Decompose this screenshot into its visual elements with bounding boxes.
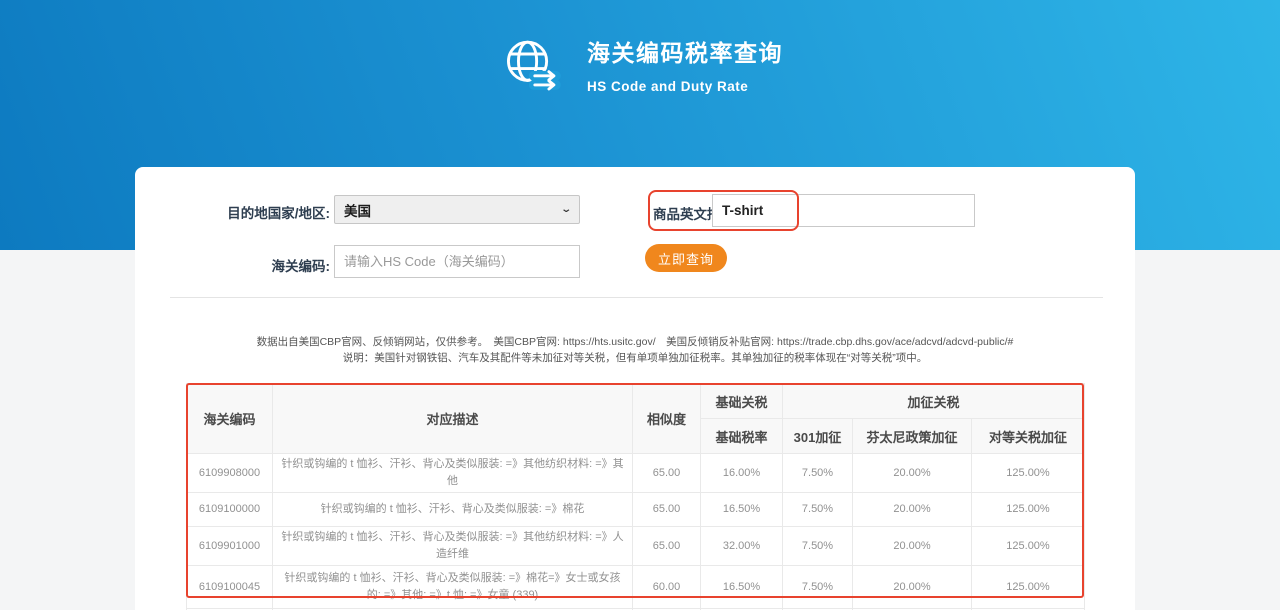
- brand-text: 海关编码税率查询 HS Code and Duty Rate: [587, 34, 783, 94]
- cell-base-rate: 16.00%: [701, 454, 783, 493]
- cell-reciprocal: 125.00%: [972, 527, 1085, 566]
- cell-reciprocal: 125.00%: [972, 454, 1085, 493]
- cell-similarity: 65.00: [633, 493, 701, 527]
- col-fentanyl: 芬太尼政策加征: [853, 419, 972, 454]
- col-additional-group: 加征关税: [783, 384, 1085, 419]
- chevron-down-icon: ⌄: [560, 204, 572, 215]
- divider: [170, 297, 1103, 298]
- table-header: 海关编码 对应描述 相似度 基础关税 加征关税 基础税率 301加征 芬太尼政策…: [187, 384, 1085, 454]
- cell-hs-code: 6109100045: [187, 566, 273, 609]
- cell-hs-code: 6109100000: [187, 493, 273, 527]
- results-table-wrap: 海关编码 对应描述 相似度 基础关税 加征关税 基础税率 301加征 芬太尼政策…: [186, 383, 1084, 610]
- globe-arrows-icon: [503, 34, 563, 94]
- cell-301: 7.50%: [783, 527, 853, 566]
- hs-code-label: 海关编码:: [195, 255, 330, 275]
- cell-301: 7.50%: [783, 454, 853, 493]
- destination-label: 目的地国家/地区:: [195, 202, 330, 222]
- col-description: 对应描述: [273, 384, 633, 454]
- page-title: 海关编码税率查询: [587, 34, 783, 68]
- cell-description: 针织或钩编的 t 恤衫、汗衫、背心及类似服装: =》棉花=》女士或女孩的: =》…: [273, 566, 633, 609]
- cell-description: 针织或钩编的 t 恤衫、汗衫、背心及类似服装: =》其他纺织材料: =》人造纤维: [273, 527, 633, 566]
- cell-reciprocal: 125.00%: [972, 566, 1085, 609]
- table-row: 6109100045 针织或钩编的 t 恤衫、汗衫、背心及类似服装: =》棉花=…: [187, 566, 1085, 609]
- cell-fentanyl: 20.00%: [853, 566, 972, 609]
- cell-base-rate: 16.50%: [701, 566, 783, 609]
- cell-base-rate: 16.50%: [701, 493, 783, 527]
- col-301: 301加征: [783, 419, 853, 454]
- cell-fentanyl: 20.00%: [853, 493, 972, 527]
- disclaimer-line2: 说明：美国针对钢铁铝、汽车及其配件等未加征对等关税，但有单项单独加征税率。其单独…: [135, 350, 1135, 366]
- results-table: 海关编码 对应描述 相似度 基础关税 加征关税 基础税率 301加征 芬太尼政策…: [186, 383, 1085, 610]
- disclaimer: 数据出自美国CBP官网、反倾销网站，仅供参考。 美国CBP官网: https:/…: [135, 334, 1135, 366]
- col-hs-code: 海关编码: [187, 384, 273, 454]
- hs-code-input[interactable]: [334, 245, 580, 278]
- col-similarity: 相似度: [633, 384, 701, 454]
- cell-fentanyl: 20.00%: [853, 454, 972, 493]
- cell-reciprocal: 125.00%: [972, 493, 1085, 527]
- cell-similarity: 65.00: [633, 527, 701, 566]
- cell-similarity: 65.00: [633, 454, 701, 493]
- cell-301: 7.50%: [783, 566, 853, 609]
- destination-selected-value: 美国: [344, 200, 371, 220]
- col-reciprocal: 对等关税加征: [972, 419, 1085, 454]
- table-row: 6109908000 针织或钩编的 t 恤衫、汗衫、背心及类似服装: =》其他纺…: [187, 454, 1085, 493]
- col-base-rate: 基础税率: [701, 419, 783, 454]
- hs-code-query-page: { "header": { "title": "海关编码税率查询", "subt…: [0, 0, 1280, 610]
- page-subtitle: HS Code and Duty Rate: [587, 79, 783, 94]
- cell-hs-code: 6109901000: [187, 527, 273, 566]
- cell-hs-code: 6109908000: [187, 454, 273, 493]
- cell-description: 针织或钩编的 t 恤衫、汗衫、背心及类似服装: =》棉花: [273, 493, 633, 527]
- cell-description: 针织或钩编的 t 恤衫、汗衫、背心及类似服装: =》其他纺织材料: =》其他: [273, 454, 633, 493]
- disclaimer-line1: 数据出自美国CBP官网、反倾销网站，仅供参考。 美国CBP官网: https:/…: [135, 334, 1135, 350]
- table-row: 6109100000 针织或钩编的 t 恤衫、汗衫、背心及类似服装: =》棉花 …: [187, 493, 1085, 527]
- col-base-tariff-group: 基础关税: [701, 384, 783, 419]
- description-input[interactable]: [712, 194, 975, 227]
- cell-base-rate: 32.00%: [701, 527, 783, 566]
- cell-fentanyl: 20.00%: [853, 527, 972, 566]
- cell-301: 7.50%: [783, 493, 853, 527]
- search-button[interactable]: 立即查询: [645, 244, 727, 272]
- table-row: 6109901000 针织或钩编的 t 恤衫、汗衫、背心及类似服装: =》其他纺…: [187, 527, 1085, 566]
- cell-similarity: 60.00: [633, 566, 701, 609]
- brand: 海关编码税率查询 HS Code and Duty Rate: [503, 34, 783, 94]
- query-card: 目的地国家/地区: 美国 ⌄ 商品英文描述: 海关编码: 立即查询 数据出自美国…: [135, 167, 1135, 610]
- destination-select[interactable]: 美国 ⌄: [334, 195, 580, 224]
